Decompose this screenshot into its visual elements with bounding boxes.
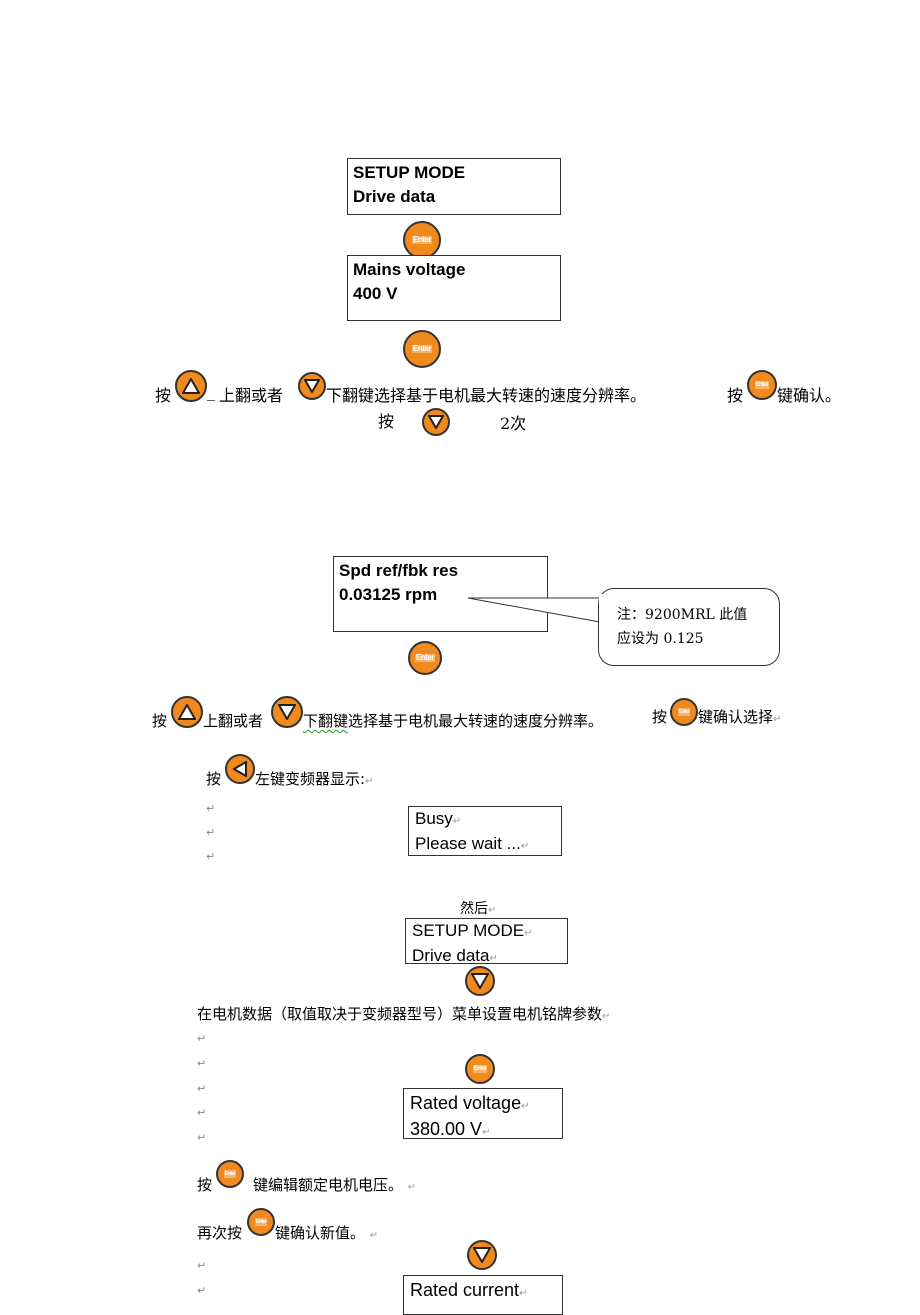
enter-label: Enter [223, 1170, 237, 1178]
lcd-rated-voltage: Rated voltage↵ 380.00 V↵ [403, 1088, 563, 1139]
callout-text: 注：9200MRL 此值 [617, 607, 748, 623]
text: 按 [652, 708, 668, 726]
enter-button-icon: Enter [670, 698, 698, 726]
text: 键确认。 [777, 386, 842, 405]
instruction-paragraph-5: 在电机数据（取值取决于变频器型号）菜单设置电机铭牌参数↵ [197, 1003, 610, 1024]
instruction-paragraph-4: 按 左键变频器显示:↵ [206, 754, 506, 788]
lcd-line2: Drive data [353, 187, 436, 206]
enter-button-icon: Enter [247, 1208, 275, 1236]
paragraph-mark: ↵ [206, 850, 216, 863]
instruction-paragraph-2: 按 2次 [378, 404, 578, 436]
lcd-line1: Busy [415, 809, 453, 828]
text: 然后 [460, 901, 488, 917]
lcd-line2: Drive data [412, 946, 490, 965]
callout-note: 注：9200MRL 此值 应设为 0.125 [598, 588, 780, 666]
paragraph-mark: ↵ [206, 826, 216, 839]
paragraph-mark: ↵ [197, 1259, 207, 1272]
text: 按 [206, 770, 222, 788]
down-arrow-icon [271, 696, 303, 728]
lcd-line2: 380.00 V [410, 1119, 483, 1139]
enter-button-icon: Enter [403, 221, 441, 259]
text: 在电机数据（取值取决于变频器型号）菜单设置电机铭牌参数 [197, 1005, 603, 1023]
enter-label: Enter [754, 381, 770, 389]
enter-button-icon: Enter [408, 641, 442, 675]
enter-label: Enter [472, 1065, 488, 1073]
text: 按 [378, 412, 395, 431]
paragraph-mark: ↵ [369, 1230, 379, 1241]
lcd-line1: Spd ref/fbk res [339, 561, 459, 580]
lcd-mains-voltage: Mains voltage 400 V [347, 255, 561, 321]
paragraph-mark: ↵ [407, 1182, 417, 1193]
text: 下翻键选择基于电机最大转速的速度分辨率。 [326, 386, 647, 405]
lcd-rated-current: Rated current↵ [403, 1275, 563, 1315]
lcd-line1: Rated voltage [410, 1093, 522, 1113]
paragraph-mark: ↵ [197, 1057, 207, 1070]
enter-button-icon: Enter [403, 330, 441, 368]
enter-label: Enter [677, 708, 691, 716]
paragraph-mark: ↵ [521, 1101, 530, 1112]
text: 上翻或者 [203, 712, 264, 730]
paragraph-mark: ↵ [773, 714, 782, 725]
enter-button-icon: Enter [747, 370, 777, 400]
paragraph-mark: ↵ [452, 816, 462, 827]
paragraph-mark: ↵ [365, 776, 374, 787]
enter-label: Enter [412, 235, 432, 244]
down-arrow-icon [467, 1240, 497, 1270]
enter-label: Enter [254, 1218, 268, 1226]
lcd-setup-mode: SETUP MODE Drive data [347, 158, 561, 215]
lcd-line1: Rated current [410, 1280, 520, 1300]
paragraph-mark: ↵ [602, 1011, 611, 1022]
lcd-line1: SETUP MODE [353, 163, 466, 182]
down-arrow-icon [298, 372, 326, 400]
paragraph-mark: ↵ [519, 1288, 528, 1299]
enter-label: Enter [415, 653, 435, 662]
paragraph-mark: ↵ [206, 802, 216, 815]
paragraph-mark: ↵ [489, 953, 498, 964]
paragraph-mark: ↵ [197, 1284, 207, 1297]
text: 按 [152, 712, 168, 730]
up-arrow-icon [175, 370, 207, 402]
text: 再次按 [197, 1224, 243, 1242]
lcd-line2: 400 V [353, 284, 398, 303]
text: 键确认选择 [698, 708, 774, 726]
paragraph-mark: ↵ [197, 1106, 207, 1119]
lcd-line1: SETUP MODE [412, 921, 525, 940]
text: 上翻或者 [219, 386, 284, 405]
text: 下翻键 [303, 712, 349, 730]
paragraph-mark: ↵ [524, 928, 533, 939]
paragraph-mark: ↵ [197, 1082, 207, 1095]
paragraph-mark: ↵ [488, 905, 497, 916]
instruction-paragraph-3: 按 上翻或者 下翻键选择基于电机最大转速的速度分辨率。 按 Enter 键确认选… [152, 696, 802, 732]
text: 键确认新值。 [275, 1224, 366, 1242]
lcd-line2: Please wait ... [415, 834, 521, 853]
enter-button-icon: Enter [465, 1054, 495, 1084]
callout-pointer [467, 597, 601, 623]
then-label: 然后↵ [460, 898, 496, 918]
text: 选择基于电机最大转速的速度分辨率。 [348, 712, 604, 730]
paragraph-mark: ↵ [482, 1127, 491, 1138]
down-arrow-icon [465, 966, 495, 996]
text: 按 [155, 386, 172, 405]
paragraph-mark: ↵ [197, 1032, 207, 1045]
text: 左键变频器显示: [255, 770, 366, 788]
lcd-setup-mode-2: SETUP MODE↵ Drive data↵ [405, 918, 568, 965]
instruction-paragraph-1: 按 _ 上翻或者 下翻键选择基于电机最大转速的速度分辨率。 按 Enter 键确… [155, 370, 855, 405]
down-arrow-icon [422, 408, 450, 436]
text: 按 [727, 386, 744, 405]
up-arrow-icon [171, 696, 203, 728]
paragraph-mark: ↵ [197, 1131, 207, 1144]
callout-text: 应设为 0.125 [617, 631, 704, 647]
enter-button-icon: Enter [216, 1160, 244, 1188]
paragraph-mark: ↵ [520, 841, 530, 852]
lcd-busy: Busy↵ Please wait ...↵ [408, 806, 562, 856]
text: 2次 [500, 414, 527, 433]
instruction-paragraph-7: 再次按 Enter 键确认新值。 ↵ [197, 1208, 497, 1242]
enter-label: Enter [412, 344, 432, 353]
text: 按 [197, 1176, 213, 1194]
lcd-line1: Mains voltage [353, 260, 466, 279]
text: 键编辑额定电机电压。 [253, 1176, 404, 1194]
instruction-paragraph-6: 按 Enter 键编辑额定电机电压。 ↵ [197, 1160, 497, 1194]
left-arrow-icon [225, 754, 255, 784]
